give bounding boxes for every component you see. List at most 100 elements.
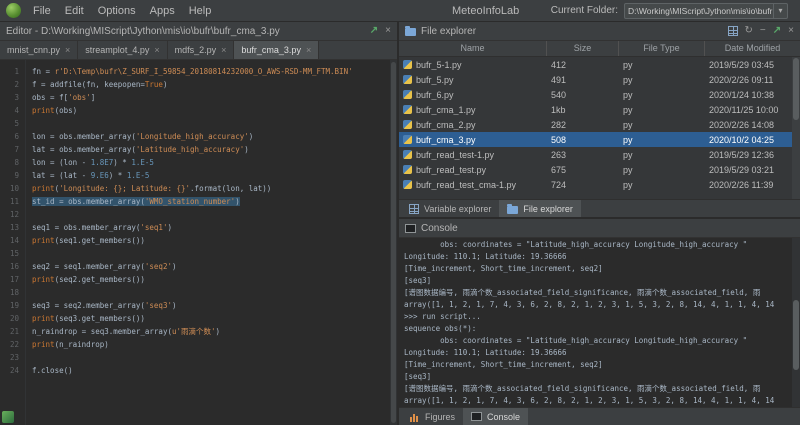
file-size: 263 [547,150,619,160]
tab-console[interactable]: Console [463,408,528,425]
code-line[interactable] [32,208,390,221]
tab-close-icon[interactable]: × [306,45,311,55]
console-scrollbar-thumb[interactable] [793,300,799,370]
file-row[interactable]: bufr_read_test_cma-1.py724py2020/2/26 11… [399,177,800,192]
column-header-date-modified[interactable]: Date Modified [705,41,800,56]
code-line[interactable]: lon = (lon - 1.8E7) * 1.E-5 [32,156,390,169]
file-row[interactable]: bufr_cma_1.py1kbpy2020/11/25 10:00 [399,102,800,117]
current-folder-combobox[interactable]: D:\Working\MIScript\Jython\mis\io\bufr ▾ [624,3,788,19]
menu-item-apps[interactable]: Apps [143,0,182,22]
code-line[interactable]: st_id = obs.member_array('WMO_station_nu… [32,195,390,208]
code-line[interactable] [32,351,390,364]
code-line[interactable]: print(seq1.get_members()) [32,234,390,247]
current-folder-label: Current Folder: [551,0,618,22]
float-panel-icon[interactable]: ↗ [370,26,378,36]
file-type: py [619,105,705,115]
file-type: py [619,60,705,70]
file-date: 2019/5/29 03:45 [705,60,800,70]
tab-label: bufr_cma_3.py [241,45,301,55]
editor-tab[interactable]: streamplot_4.py × [78,41,167,59]
dropdown-arrow-icon[interactable]: ▾ [773,4,787,18]
bar-chart-icon [409,412,420,422]
tab-close-icon[interactable]: × [221,45,226,55]
menu-item-help[interactable]: Help [182,0,219,22]
console-output[interactable]: obs: coordinates = "Latitude_high_accura… [399,238,800,407]
console-line: array([1, 1, 2, 1, 7, 4, 3, 6, 2, 8, 2, … [404,299,800,311]
code-area[interactable]: fn = r'D:\Temp\bufr\Z_SURF_I_59854_20180… [26,60,390,425]
column-header-size[interactable]: Size [547,41,619,56]
file-row[interactable]: bufr_6.py540py2020/1/24 10:38 [399,87,800,102]
code-line[interactable] [32,247,390,260]
refresh-icon[interactable]: ↻ [745,26,753,36]
file-row[interactable]: bufr_read_test-1.py263py2019/5/29 12:36 [399,147,800,162]
code-line[interactable]: f.close() [32,364,390,377]
line-number: 9 [0,169,25,182]
code-line[interactable]: print('Longitude: {}; Latitude: {}'.form… [32,182,390,195]
console-scrollbar[interactable] [792,238,800,407]
tab-label: streamplot_4.py [85,45,149,55]
menu-item-options[interactable]: Options [91,0,143,22]
console-panel: Console obs: coordinates = "Latitude_hig… [399,219,800,425]
columns-icon[interactable] [728,26,738,36]
code-line[interactable]: lat = obs.member_array('Latitude_high_ac… [32,143,390,156]
file-row[interactable]: bufr_5-1.py412py2019/5/29 03:45 [399,57,800,72]
file-list-scrollbar-thumb[interactable] [793,58,799,120]
code-line[interactable]: lat = (lat - 9.E6) * 1.E-5 [32,169,390,182]
editor-tab[interactable]: mnist_cnn.py× [0,41,78,59]
code-line[interactable]: obs = f['obs'] [32,91,390,104]
code-line[interactable]: fn = r'D:\Temp\bufr\Z_SURF_I_59854_20180… [32,65,390,78]
tab-figures[interactable]: Figures [401,408,463,425]
tab-file-explorer[interactable]: File explorer [499,200,581,217]
file-list-scrollbar[interactable] [792,57,800,199]
close-panel-icon[interactable]: × [788,26,794,36]
editor-scrollbar[interactable] [390,60,397,425]
terminal-icon [405,224,416,233]
file-size: 508 [547,135,619,145]
code-editor[interactable]: 123456789101112131415161718192021222324 … [0,60,397,425]
file-row[interactable]: bufr_cma_3.py508py2020/10/2 04:25 [399,132,800,147]
code-line[interactable]: n_raindrop = seq3.member_array(u'雨滴个数') [32,325,390,338]
code-line[interactable]: lon = obs.member_array('Longitude_high_a… [32,130,390,143]
code-line[interactable] [32,117,390,130]
console-line: obs: coordinates = "Latitude_high_accura… [404,239,800,251]
editor-tab[interactable]: mdfs_2.py × [168,41,235,59]
code-line[interactable]: seq3 = seq2.member_array('seq3') [32,299,390,312]
file-date: 2019/5/29 12:36 [705,150,800,160]
editor-scrollbar-thumb[interactable] [391,62,396,423]
file-row[interactable]: bufr_cma_2.py282py2020/2/26 14:08 [399,117,800,132]
code-line[interactable]: print(seq2.get_members()) [32,273,390,286]
file-explorer-panel: File explorer ↻ − ↗ × NameSizeFile TypeD… [399,22,800,217]
minimize-panel-icon[interactable]: − [760,26,766,36]
code-line[interactable]: print(obs) [32,104,390,117]
file-row[interactable]: bufr_read_test.py675py2019/5/29 03:21 [399,162,800,177]
file-name: bufr_read_test_cma-1.py [416,180,516,190]
code-line[interactable] [32,286,390,299]
close-panel-icon[interactable]: × [385,26,391,36]
python-file-icon [403,180,412,189]
code-line[interactable]: print(seq3.get_members()) [32,312,390,325]
column-header-file-type[interactable]: File Type [619,41,705,56]
tab-close-icon[interactable]: × [65,45,70,55]
editor-tab[interactable]: bufr_cma_3.py × [234,41,319,59]
file-size: 282 [547,120,619,130]
file-name-cell: bufr_5-1.py [399,60,547,70]
float-panel-icon[interactable]: ↗ [773,26,781,36]
code-line[interactable]: seq1 = obs.member_array('seq1') [32,221,390,234]
line-number: 8 [0,156,25,169]
right-panel: File explorer ↻ − ↗ × NameSizeFile TypeD… [399,22,800,425]
line-number: 11 [0,195,25,208]
console-header: Console [399,219,800,238]
python-file-icon [403,105,412,114]
tab-close-icon[interactable]: × [154,45,159,55]
code-line[interactable]: print(n_raindrop) [32,338,390,351]
tab-label: mdfs_2.py [175,45,217,55]
console-line: [seq3] [404,275,800,287]
menu-item-file[interactable]: File [26,0,58,22]
tab-variable-explorer[interactable]: Variable explorer [401,200,499,217]
file-row[interactable]: bufr_5.py491py2020/2/26 09:11 [399,72,800,87]
code-line[interactable]: f = addfile(fn, keepopen=True) [32,78,390,91]
column-header-name[interactable]: Name [399,41,547,56]
file-name: bufr_5-1.py [416,60,462,70]
menu-item-edit[interactable]: Edit [58,0,91,22]
code-line[interactable]: seq2 = seq1.member_array('seq2') [32,260,390,273]
